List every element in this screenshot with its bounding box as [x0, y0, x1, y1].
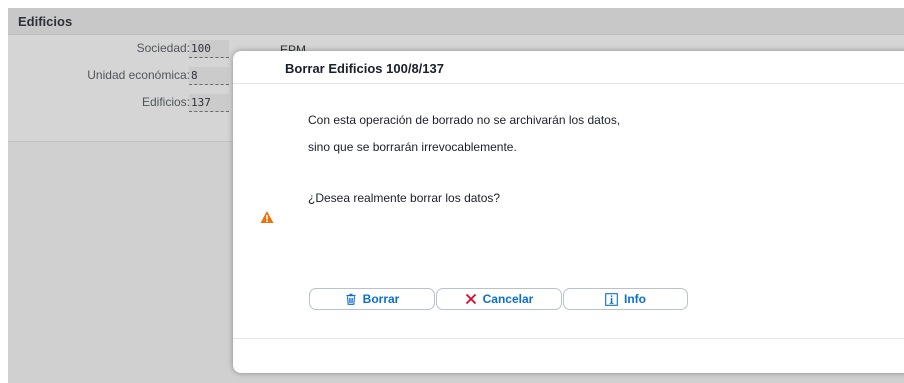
info-button[interactable]: Info: [563, 288, 688, 310]
info-button-label: Info: [624, 292, 646, 306]
delete-button-label: Borrar: [362, 292, 400, 306]
warning-icon: [260, 210, 274, 224]
info-icon: [605, 292, 618, 306]
dialog-header: Borrar Edificios 100/8/137: [233, 51, 904, 84]
dialog-question: ¿Desea realmente borrar los datos?: [308, 191, 501, 205]
trash-icon: [345, 293, 357, 305]
cancel-button[interactable]: Cancelar: [436, 288, 562, 310]
dialog-message-line-1: Con esta operación de borrado no se arch…: [308, 113, 621, 127]
close-icon: [465, 293, 477, 305]
dialog-footer-divider: [233, 338, 904, 339]
cancel-button-label: Cancelar: [482, 292, 534, 306]
delete-button[interactable]: Borrar: [309, 288, 435, 310]
dialog-message-line-2: sino que se borrarán irrevocablemente.: [308, 140, 517, 154]
delete-confirmation-dialog: Borrar Edificios 100/8/137 Con esta oper…: [233, 51, 904, 373]
dialog-title: Borrar Edificios 100/8/137: [285, 61, 444, 76]
